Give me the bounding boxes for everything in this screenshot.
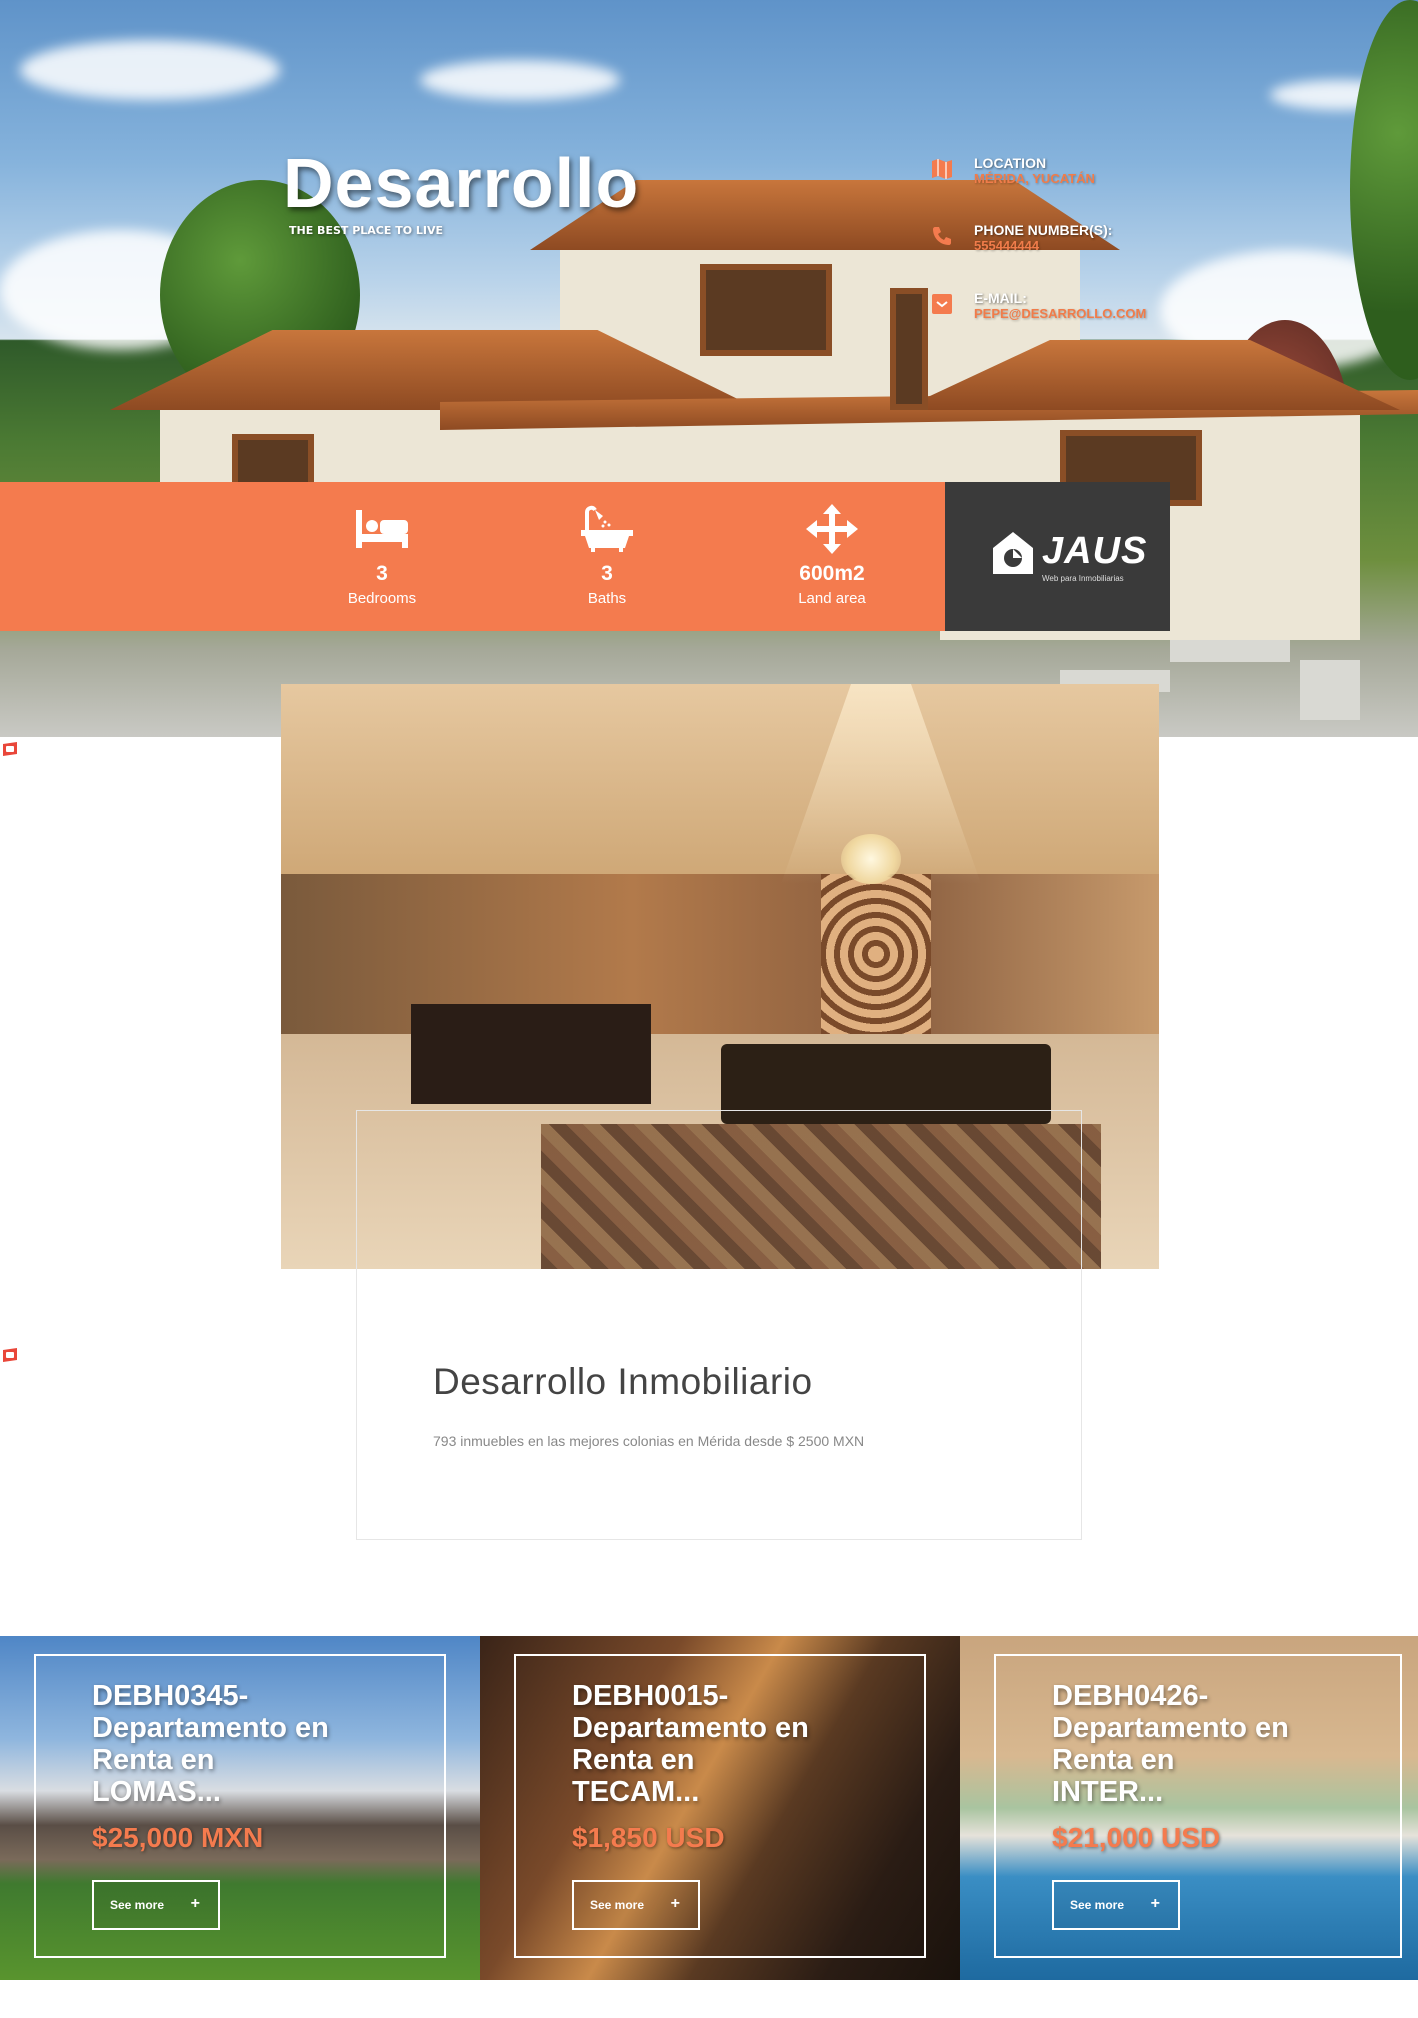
land-area-label: Land area xyxy=(798,590,866,607)
photo-chandelier xyxy=(841,834,901,884)
contact-email: E-MAIL: PEPE@DESARROLLO.COM xyxy=(930,290,1146,321)
baths-value: 3 xyxy=(601,562,613,585)
logo-tagline: Web para Inmobiliarias xyxy=(1042,574,1124,583)
phone-label: PHONE NUMBER(S): xyxy=(974,222,1113,238)
plus-icon: + xyxy=(1150,1895,1160,1912)
listing-title[interactable]: DEBH0426-Departamento en Renta en INTER.… xyxy=(1052,1680,1292,1808)
listing-card[interactable]: DEBH0426-Departamento en Renta en INTER.… xyxy=(960,1636,1418,1980)
house-window xyxy=(890,288,928,410)
broken-image-icon xyxy=(2,1348,18,1362)
listing-card[interactable]: DEBH0345-Departamento en Renta en LOMAS.… xyxy=(0,1636,480,1980)
see-more-button[interactable]: See more + xyxy=(572,1880,700,1930)
house-window xyxy=(700,264,832,356)
phone-icon xyxy=(933,227,951,245)
see-more-button[interactable]: See more + xyxy=(92,1880,220,1930)
info-title: Desarrollo Inmobiliario xyxy=(433,1361,813,1402)
feature-bedrooms: 3 Bedrooms xyxy=(312,504,452,607)
info-card: Desarrollo Inmobiliario 793 inmuebles en… xyxy=(356,1110,1082,1540)
feature-baths: 3 Baths xyxy=(537,504,677,607)
listing-price: $1,850 USD xyxy=(572,1822,725,1853)
cloud xyxy=(420,60,620,100)
email-value[interactable]: PEPE@DESARROLLO.COM xyxy=(974,306,1146,321)
bedrooms-label: Bedrooms xyxy=(347,590,417,607)
contact-location: LOCATION MÉRIDA, YUCATÁN xyxy=(930,155,1095,186)
logo-wordmark: JAUS xyxy=(1042,530,1148,572)
photo-kitchen-island xyxy=(411,1004,651,1104)
brand: Desarrollo THE BEST PLACE TO LIVE xyxy=(283,148,639,237)
see-more-label: See more xyxy=(590,1898,645,1912)
listing-title[interactable]: DEBH0015-Departamento en Renta en TECAM.… xyxy=(572,1680,812,1808)
mailbox-icon xyxy=(932,294,952,314)
plus-icon: + xyxy=(190,1895,200,1912)
location-value: MÉRIDA, YUCATÁN xyxy=(974,171,1095,186)
listing-price: $21,000 USD xyxy=(1052,1822,1221,1853)
see-more-label: See more xyxy=(110,1898,165,1912)
feature-bar: 3 Bedrooms 3 Baths 600m2 Land area xyxy=(0,482,945,631)
cloud xyxy=(20,40,280,100)
listing-title[interactable]: DEBH0345-Departamento en Renta en LOMAS.… xyxy=(92,1680,332,1808)
listings-row: DEBH0345-Departamento en Renta en LOMAS.… xyxy=(0,1636,1418,1980)
info-description: 793 inmuebles en las mejores colonias en… xyxy=(433,1433,865,1449)
see-more-label: See more xyxy=(1070,1898,1125,1912)
baths-label: Baths xyxy=(587,590,627,607)
site-tagline: THE BEST PLACE TO LIVE xyxy=(289,224,444,237)
plus-icon: + xyxy=(670,1895,680,1912)
bathtub-icon xyxy=(581,505,633,552)
phone-value[interactable]: 555444444 xyxy=(974,238,1112,253)
broken-image-icon xyxy=(2,742,18,756)
see-more-button[interactable]: See more + xyxy=(1052,1880,1180,1930)
house-logo-icon xyxy=(993,532,1033,574)
feature-land-area: 600m2 Land area xyxy=(762,504,902,607)
photo-ceiling xyxy=(281,684,1159,874)
map-icon xyxy=(932,159,952,179)
arrows-move-icon xyxy=(806,504,858,554)
site-title: Desarrollo xyxy=(283,144,640,222)
stepping-stone xyxy=(1300,660,1360,720)
listing-price: $25,000 MXN xyxy=(92,1822,264,1853)
contact-phone: PHONE NUMBER(S): 555444444 xyxy=(930,222,1112,253)
land-area-value: 600m2 xyxy=(799,562,865,585)
bed-icon xyxy=(356,510,408,548)
photo-wall-art xyxy=(821,874,931,1034)
email-label: E-MAIL: xyxy=(974,290,1027,306)
bedrooms-value: 3 xyxy=(376,562,388,585)
jaus-logo[interactable]: JAUS Web para Inmobiliarias xyxy=(945,482,1170,631)
location-label: LOCATION xyxy=(974,155,1047,171)
listing-card[interactable]: DEBH0015-Departamento en Renta en TECAM.… xyxy=(480,1636,960,1980)
stepping-stone xyxy=(1170,640,1290,662)
